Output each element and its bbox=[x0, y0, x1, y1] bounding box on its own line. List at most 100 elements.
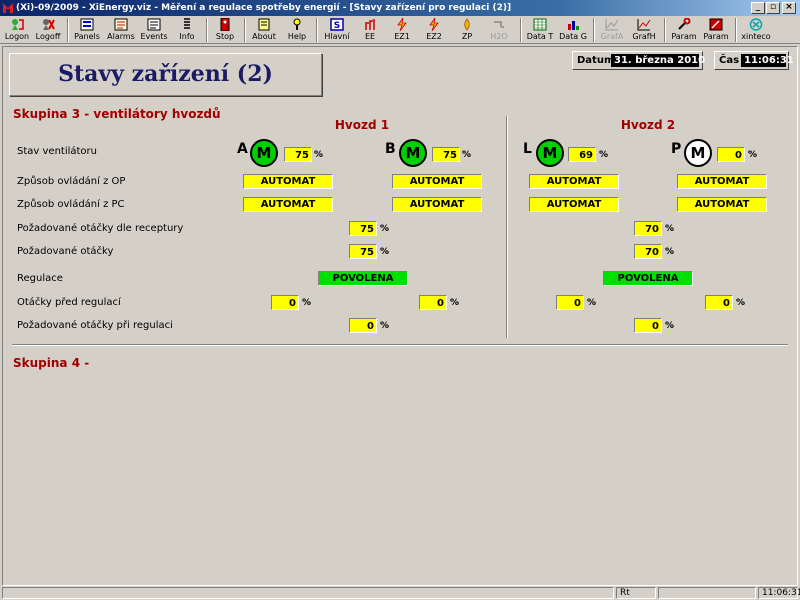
hvozd1-speed-required: 75 bbox=[349, 244, 377, 259]
status-time: 11:06:31 bbox=[758, 587, 800, 599]
alarms-button[interactable]: Alarms bbox=[105, 16, 137, 44]
panels-button[interactable]: Panels bbox=[72, 16, 102, 44]
percent-unit: % bbox=[380, 321, 390, 331]
row-label-speed-recipe: Požadované otáčky dle receptury bbox=[17, 223, 184, 234]
ez2-button[interactable]: EZ2 bbox=[419, 16, 449, 44]
row-label-speed-before: Otáčky před regulací bbox=[17, 297, 121, 308]
hvozd1-regulation-status[interactable]: POVOLENA bbox=[318, 271, 408, 286]
fan-a-letter: A bbox=[237, 141, 248, 157]
zp-button[interactable]: ZP bbox=[452, 16, 482, 44]
logon-button[interactable]: Logon bbox=[2, 16, 32, 44]
help-button[interactable]: Help bbox=[282, 16, 312, 44]
hvozd2-speed-recipe: 70 bbox=[634, 221, 662, 236]
close-button[interactable]: × bbox=[782, 2, 796, 14]
hvozd1-title: Hvozd 1 bbox=[334, 118, 390, 132]
restore-button[interactable]: ▫ bbox=[766, 2, 780, 14]
toolbar-separator bbox=[316, 18, 318, 42]
group3-title: Skupina 3 - ventilátory hvozdů bbox=[13, 107, 221, 121]
param2-icon bbox=[709, 18, 723, 31]
logoff-button[interactable]: Logoff bbox=[33, 16, 63, 44]
hvozd2-title: Hvozd 2 bbox=[620, 118, 676, 132]
main-button[interactable]: S Hlavní bbox=[320, 16, 354, 44]
row-label-fan-state: Stav ventilátoru bbox=[17, 146, 97, 157]
group-divider bbox=[12, 344, 788, 346]
fan-a-control-pc[interactable]: AUTOMAT bbox=[243, 197, 333, 212]
events-button[interactable]: Events bbox=[138, 16, 170, 44]
logoff-icon bbox=[43, 19, 55, 30]
fan-l-control-op[interactable]: AUTOMAT bbox=[529, 174, 619, 189]
info-button[interactable]: Info bbox=[172, 16, 202, 44]
data-t-icon bbox=[533, 18, 547, 31]
data-t-button[interactable]: Data T bbox=[524, 16, 556, 44]
logon-icon bbox=[12, 19, 24, 30]
fan-p-letter: P bbox=[671, 141, 682, 157]
fan-p-control-op[interactable]: AUTOMAT bbox=[677, 174, 767, 189]
page-title: Stavy zařízení (2) bbox=[58, 61, 273, 87]
data-g-button[interactable]: Data G bbox=[557, 16, 589, 44]
fan-l-control-pc[interactable]: AUTOMAT bbox=[529, 197, 619, 212]
percent-unit: % bbox=[748, 150, 758, 160]
status-bar: Rt 11:06:31 bbox=[0, 586, 800, 600]
fan-b-control-pc[interactable]: AUTOMAT bbox=[392, 197, 482, 212]
fan-p-motor-icon[interactable]: M bbox=[684, 139, 712, 167]
ez1-button[interactable]: EZ1 bbox=[387, 16, 417, 44]
row-label-control-op: Způsob ovládání z OP bbox=[17, 176, 126, 187]
stop-button[interactable]: Stop bbox=[210, 16, 240, 44]
fan-b-motor-icon[interactable]: M bbox=[399, 139, 427, 167]
hvozd1-speed-during: 0 bbox=[349, 318, 377, 333]
hvozd1-speed-recipe: 75 bbox=[349, 221, 377, 236]
percent-unit: % bbox=[599, 150, 609, 160]
row-label-speed-during: Požadované otáčky při regulaci bbox=[17, 320, 173, 331]
hvozd2-speed-required: 70 bbox=[634, 244, 662, 259]
status-message bbox=[2, 587, 614, 599]
fan-a-motor-icon[interactable]: M bbox=[250, 139, 278, 167]
toolbar: Logon Logoff Panels Alarms Events Info S… bbox=[0, 16, 800, 44]
fan-l-speed: 69 bbox=[568, 147, 596, 162]
fan-b-control-op[interactable]: AUTOMAT bbox=[392, 174, 482, 189]
fan-a-speed: 75 bbox=[284, 147, 312, 162]
param-button[interactable]: Param bbox=[668, 16, 700, 44]
percent-unit: % bbox=[302, 298, 312, 308]
about-icon bbox=[258, 18, 270, 31]
data-g-icon bbox=[568, 21, 579, 30]
status-mode: Rt bbox=[616, 587, 656, 599]
ee-button[interactable]: EE bbox=[356, 16, 384, 44]
svg-text:S: S bbox=[334, 21, 340, 31]
toolbar-separator bbox=[520, 18, 522, 42]
param-icon bbox=[678, 18, 691, 30]
fan-l-letter: L bbox=[523, 141, 532, 157]
toolbar-separator bbox=[67, 18, 69, 42]
fan-p-control-pc[interactable]: AUTOMAT bbox=[677, 197, 767, 212]
fan-a-speed-before: 0 bbox=[271, 295, 299, 310]
percent-unit: % bbox=[736, 298, 746, 308]
percent-unit: % bbox=[665, 247, 675, 257]
fan-b-speed-before: 0 bbox=[419, 295, 447, 310]
minimize-button[interactable]: _ bbox=[751, 2, 765, 14]
fan-a-control-op[interactable]: AUTOMAT bbox=[243, 174, 333, 189]
fan-l-speed-before: 0 bbox=[556, 295, 584, 310]
xinteco-button[interactable]: xinteco bbox=[739, 16, 773, 44]
graf-a-button[interactable]: GrafA bbox=[597, 16, 627, 44]
hvozd-divider bbox=[506, 116, 508, 338]
app-logo-icon bbox=[3, 3, 13, 13]
fan-p-speed-before: 0 bbox=[705, 295, 733, 310]
param2-button[interactable]: Param bbox=[701, 16, 731, 44]
window-title-bar[interactable]: (Xi)-09/2009 - XiEnergy.viz - Měření a r… bbox=[0, 0, 800, 16]
row-label-control-pc: Způsob ovládání z PC bbox=[17, 199, 125, 210]
about-button[interactable]: About bbox=[248, 16, 280, 44]
toolbar-separator bbox=[593, 18, 595, 42]
main-icon: S bbox=[330, 18, 344, 31]
fan-l-motor-icon[interactable]: M bbox=[536, 139, 564, 167]
h2o-button[interactable]: H2O bbox=[484, 16, 514, 44]
graf-a-icon bbox=[605, 19, 619, 31]
info-icon bbox=[184, 18, 190, 29]
events-icon bbox=[147, 18, 161, 31]
ee-icon bbox=[365, 19, 375, 30]
graf-h-button[interactable]: GrafH bbox=[629, 16, 659, 44]
percent-unit: % bbox=[380, 247, 390, 257]
graf-h-icon bbox=[637, 19, 651, 31]
date-value: 31. března 2010 bbox=[611, 54, 705, 67]
hvozd2-regulation-status[interactable]: POVOLENA bbox=[603, 271, 693, 286]
toolbar-separator bbox=[206, 18, 208, 42]
percent-unit: % bbox=[462, 150, 472, 160]
